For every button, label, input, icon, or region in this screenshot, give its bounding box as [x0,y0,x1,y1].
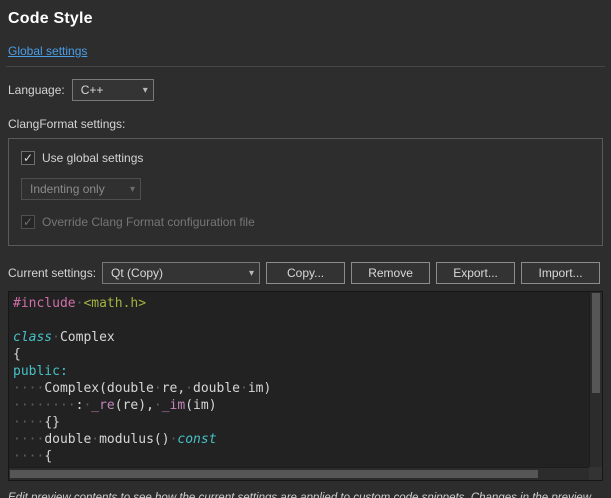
export-button[interactable]: Export... [436,262,515,284]
clangformat-group: ✓ Use global settings Indenting only ▾ ✓… [8,138,603,246]
current-settings-row: Current settings: Qt (Copy) ▾ Copy... Re… [8,262,603,284]
code-line [13,312,589,329]
current-settings-label: Current settings: [8,266,96,280]
code-line: ····Complex(double·re,·double·im) [13,380,589,397]
language-label: Language: [8,83,65,97]
vertical-scrollbar[interactable] [589,292,602,467]
code-line: ····double·modulus()·const [13,431,589,448]
code-editor[interactable]: #include·<math.h> class·Complex{public:·… [8,291,603,481]
separator [6,66,605,67]
checkbox-box: ✓ [21,151,35,165]
language-value: C++ [81,83,104,97]
code-line: { [13,346,589,363]
checkmark-icon: ✓ [23,216,33,228]
indenting-mode-select[interactable]: Indenting only ▾ [21,178,141,200]
page-title: Code Style [8,10,603,28]
code-line: class·Complex [13,329,589,346]
code-line: #include·<math.h> [13,295,589,312]
code-line: public: [13,363,589,380]
scrollbar-corner [589,467,602,480]
remove-button[interactable]: Remove [351,262,430,284]
language-select[interactable]: C++ ▾ [72,79,154,101]
use-global-settings-checkbox[interactable]: ✓ Use global settings [21,151,590,165]
clangformat-label: ClangFormat settings: [8,117,603,131]
chevron-down-icon: ▾ [249,268,254,279]
use-global-settings-label: Use global settings [42,151,143,165]
footer-note: Edit preview contents to see how the cur… [8,490,603,498]
horizontal-scrollbar-thumb[interactable] [10,470,538,478]
code-line: ····{} [13,414,589,431]
indenting-mode-value: Indenting only [30,182,105,196]
copy-button[interactable]: Copy... [266,262,345,284]
current-settings-value: Qt (Copy) [111,266,163,280]
code-line: ····{ [13,448,589,465]
chevron-down-icon: ▾ [130,184,135,195]
horizontal-scrollbar[interactable] [9,467,589,480]
language-row: Language: C++ ▾ [8,79,603,101]
override-config-label: Override Clang Format configuration file [42,215,255,229]
code-style-page: Code Style Global settings Language: C++… [0,0,611,498]
checkmark-icon: ✓ [23,152,33,164]
chevron-down-icon: ▾ [143,85,148,96]
code-line: ········:·_re(re),·_im(im) [13,397,589,414]
code-editor-content[interactable]: #include·<math.h> class·Complex{public:·… [9,292,589,467]
override-config-checkbox[interactable]: ✓ Override Clang Format configuration fi… [21,215,590,229]
global-settings-link[interactable]: Global settings [8,44,87,58]
current-settings-select[interactable]: Qt (Copy) ▾ [102,262,260,284]
import-button[interactable]: Import... [521,262,600,284]
checkbox-box: ✓ [21,215,35,229]
vertical-scrollbar-thumb[interactable] [592,293,600,393]
